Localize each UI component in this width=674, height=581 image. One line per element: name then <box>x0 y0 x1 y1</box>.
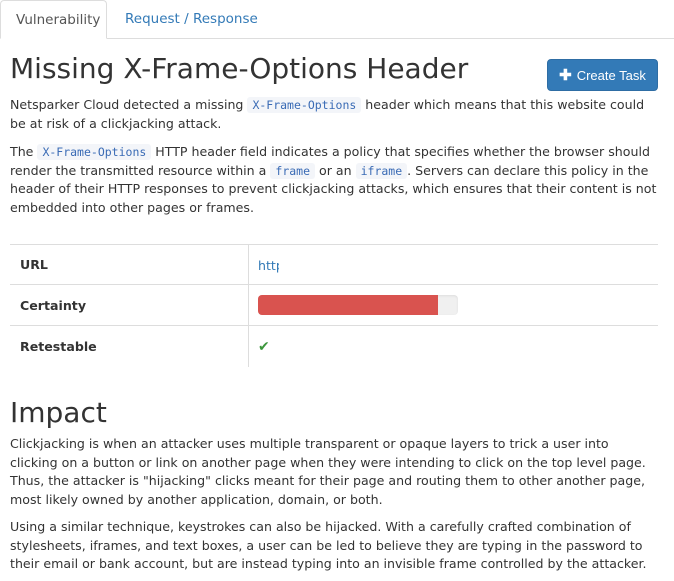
certainty-progress-bar <box>258 295 438 315</box>
code-x-frame-options: X-Frame-Options <box>37 144 152 160</box>
tab-vulnerability[interactable]: Vulnerability <box>0 0 107 39</box>
code-frame: frame <box>270 162 316 179</box>
table-row-url: URL http <box>10 244 658 285</box>
intro-paragraph: Netsparker Cloud detected a missing X-Fr… <box>10 97 645 131</box>
impact-heading: Impact <box>10 396 107 429</box>
table-row-retestable: Retestable ✔ <box>10 325 658 367</box>
plus-icon: ✚ <box>559 66 572 84</box>
url-label: URL <box>10 244 249 285</box>
impact-paragraph-2: Using a similar technique, keystrokes ca… <box>10 519 647 571</box>
url-link[interactable]: http <box>258 258 279 273</box>
certainty-label: Certainty <box>10 284 249 326</box>
tab-request-response[interactable]: Request / Response <box>110 0 273 38</box>
create-task-label: Create Task <box>576 67 646 83</box>
retestable-label: Retestable <box>10 325 249 367</box>
page-title: Missing X-Frame-Options Header <box>10 52 469 85</box>
create-task-button[interactable]: ✚ Create Task <box>547 59 658 91</box>
check-icon: ✔ <box>258 338 270 355</box>
code-iframe: iframe <box>355 162 408 179</box>
code-x-frame-options: X-Frame-Options <box>247 97 362 113</box>
certainty-progress <box>258 295 458 315</box>
details-table: URL http Certainty Retestable ✔ <box>10 244 658 367</box>
table-row-certainty: Certainty <box>10 284 658 326</box>
impact-paragraph-1: Clickjacking is when an attacker uses mu… <box>10 436 646 507</box>
description-paragraph: The X-Frame-Options HTTP header field in… <box>10 144 657 215</box>
tab-bar: Vulnerability Request / Response <box>0 0 674 39</box>
